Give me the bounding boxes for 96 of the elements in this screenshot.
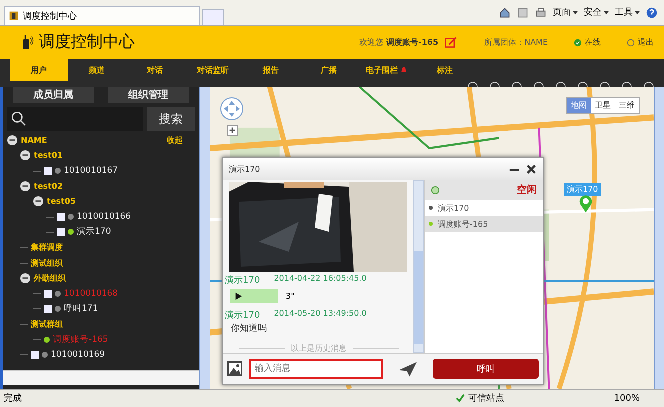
- sender-name: 演示170: [225, 274, 260, 287]
- collapse-icon[interactable]: [20, 272, 31, 284]
- nav-tab[interactable]: 广播: [300, 59, 358, 81]
- checkbox[interactable]: [57, 228, 65, 236]
- caret-icon: [573, 10, 578, 15]
- user-name[interactable]: 演示170: [77, 226, 112, 238]
- home-icon[interactable]: [499, 6, 511, 18]
- circle-icon: [627, 38, 635, 46]
- nav-tab[interactable]: 频道: [68, 59, 126, 81]
- help-icon[interactable]: [646, 6, 658, 18]
- map-tool-icon[interactable]: [576, 81, 590, 87]
- collapse-icon[interactable]: [7, 135, 18, 146]
- send-icon[interactable]: [399, 362, 417, 376]
- member-item[interactable]: 演示170: [425, 200, 543, 216]
- voice-duration: 3": [286, 292, 295, 300]
- nav-tab[interactable]: 标注: [416, 59, 474, 81]
- dialog-title: 演示170: [229, 164, 260, 174]
- scrollbar[interactable]: [3, 370, 199, 385]
- browser-menu[interactable]: 安全: [584, 6, 609, 19]
- edit-icon[interactable]: [444, 36, 457, 48]
- group-name[interactable]: 集群调度: [31, 242, 63, 254]
- nav-tab[interactable]: 用户: [10, 59, 68, 81]
- group-name[interactable]: 测试群组: [31, 318, 63, 330]
- message-input[interactable]: 输入消息: [249, 359, 383, 379]
- group-name[interactable]: test05: [47, 197, 76, 206]
- user-name[interactable]: 1010010166: [77, 212, 132, 222]
- caret-icon: [604, 10, 609, 15]
- collapse-link[interactable]: 收起: [167, 135, 183, 146]
- call-status: 空闲: [517, 184, 537, 197]
- map-tool-icon[interactable]: [532, 81, 546, 87]
- nav-tab[interactable]: 对话监听: [184, 59, 242, 81]
- sidebar-button[interactable]: 成员归属: [13, 87, 94, 103]
- map-pin-icon[interactable]: [579, 195, 593, 213]
- browser-tab[interactable]: 调度控制中心: [4, 6, 200, 25]
- scrollbar[interactable]: [199, 87, 210, 389]
- zoom-level[interactable]: 100%: [614, 394, 640, 404]
- member-item[interactable]: 调度账号-165: [425, 216, 543, 232]
- status-text: 完成: [4, 392, 22, 405]
- marker-label: 演示170: [564, 183, 602, 196]
- search-field[interactable]: [7, 107, 143, 131]
- sidebar-button[interactable]: 组织管理: [108, 87, 189, 103]
- checkbox[interactable]: [44, 304, 52, 313]
- user-name[interactable]: 1010010167: [64, 166, 118, 176]
- welcome-text: 欢迎您: [360, 37, 384, 48]
- message-time: 2014-05-20 13:49:50.0: [274, 309, 367, 320]
- account-name: 调度账号-165: [386, 37, 439, 48]
- group-name[interactable]: NAME: [21, 136, 48, 146]
- map-tool-icon[interactable]: [510, 81, 524, 87]
- nav-tab[interactable]: 报告: [242, 59, 300, 81]
- map-tool-icon[interactable]: [620, 81, 634, 87]
- scrollbar[interactable]: [413, 180, 424, 353]
- map-tool-icon[interactable]: [598, 81, 612, 87]
- checkbox[interactable]: [44, 290, 52, 298]
- play-icon: [234, 292, 243, 300]
- group-name[interactable]: test01: [34, 151, 63, 160]
- zoom-in-icon[interactable]: [227, 125, 238, 136]
- user-name[interactable]: 呼叫171: [64, 302, 98, 315]
- group-name[interactable]: 外勤组织: [34, 272, 66, 284]
- collapse-icon[interactable]: [33, 196, 44, 208]
- online-status[interactable]: 在线: [574, 37, 601, 48]
- caret-icon: [635, 10, 640, 15]
- logout-link[interactable]: 退出: [627, 37, 654, 48]
- map-tool-icon[interactable]: [554, 81, 568, 87]
- browser-menu[interactable]: 工具: [615, 6, 640, 19]
- map-tool-icon[interactable]: [642, 81, 656, 87]
- search-icon: [11, 111, 27, 127]
- call-button[interactable]: 呼叫: [433, 359, 539, 379]
- check-circle-icon: [574, 38, 582, 46]
- message-time: 2014-04-22 16:05:45.0: [274, 274, 367, 285]
- print-icon[interactable]: [535, 6, 547, 18]
- nav-tab[interactable]: 对话: [126, 59, 184, 81]
- nav-tab[interactable]: 电子围栏: [358, 59, 416, 81]
- user-name[interactable]: 1010010169: [51, 350, 106, 360]
- status-icon: [431, 186, 440, 194]
- map-tool-icon[interactable]: [488, 81, 502, 87]
- map-tool-icon[interactable]: [466, 81, 480, 87]
- checkbox[interactable]: [44, 167, 52, 176]
- security-zone: 可信站点: [456, 392, 504, 405]
- collapse-icon[interactable]: [20, 181, 31, 192]
- checkbox[interactable]: [57, 213, 65, 222]
- collapse-icon[interactable]: [20, 150, 31, 162]
- voice-message-button[interactable]: [230, 289, 278, 303]
- browser-menu[interactable]: 页面: [553, 6, 578, 19]
- checkbox[interactable]: [31, 350, 39, 359]
- message-text: 你知道吗: [230, 322, 268, 335]
- image-icon[interactable]: [227, 361, 243, 377]
- sender-name: 演示170: [225, 310, 260, 322]
- scrollbar[interactable]: [654, 87, 664, 389]
- group-name[interactable]: test02: [34, 182, 63, 192]
- search-button[interactable]: 搜索: [147, 107, 195, 131]
- group-name[interactable]: 测试组织: [31, 258, 63, 269]
- app-title: 调度控制中心: [39, 32, 135, 53]
- check-icon: [456, 394, 466, 403]
- history-note: 以上是历史消息: [291, 343, 347, 353]
- close-icon[interactable]: [526, 164, 537, 174]
- group-label: 所属团体：NAME: [484, 37, 548, 48]
